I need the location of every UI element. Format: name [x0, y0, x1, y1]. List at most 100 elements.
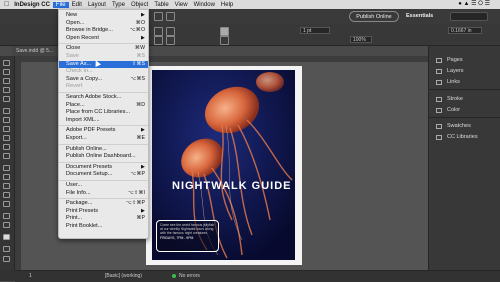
- file-menu-item[interactable]: Document Setup... ⌥⌘P: [59, 171, 148, 179]
- apple-menu-icon[interactable]: : [4, 1, 9, 8]
- event-callout[interactable]: Come see the world famous jellyfish at o…: [156, 220, 219, 252]
- pencil-tool-icon[interactable]: [3, 135, 10, 141]
- menu-table[interactable]: Table: [154, 2, 168, 8]
- gap-tool-icon[interactable]: [3, 87, 10, 93]
- shear-icon[interactable]: [166, 36, 175, 45]
- stroke-swatch-icon[interactable]: [220, 36, 229, 45]
- menu-layout[interactable]: Layout: [88, 2, 106, 8]
- apply-color-icon[interactable]: [3, 246, 10, 252]
- pen-tool-icon[interactable]: [3, 126, 10, 132]
- hand-tool-icon[interactable]: [3, 213, 10, 219]
- pages-panel-tab[interactable]: Pages: [436, 57, 463, 63]
- file-menu-item[interactable]: Print Booklet...: [59, 223, 148, 231]
- menu-item-label: Export...: [66, 135, 87, 141]
- menu-item-label: Import XML...: [66, 116, 100, 123]
- screen-mode-icon[interactable]: [3, 256, 10, 262]
- preflight-status[interactable]: No errors: [179, 271, 200, 281]
- direct-selection-tool-icon[interactable]: [3, 69, 10, 75]
- stroke-panel-tab[interactable]: Stroke: [436, 96, 463, 102]
- file-menu-item[interactable]: Place from CC Libraries...: [59, 109, 148, 117]
- dimension-field[interactable]: 0.1667 in: [448, 27, 482, 34]
- opacity-field[interactable]: 100%: [350, 36, 372, 43]
- file-menu-item[interactable]: Publish Online...: [59, 146, 148, 154]
- file-menu-item[interactable]: Place... ⌘D: [59, 102, 148, 110]
- file-menu-item[interactable]: Save As... ⇧⌘S: [59, 60, 148, 69]
- links-panel-tab[interactable]: Links: [436, 79, 460, 85]
- cc-libraries-panel-tab[interactable]: CC Libraries: [436, 134, 478, 140]
- file-menu-item[interactable]: Publish Online Dashboard...: [59, 153, 148, 161]
- gradient-tool-icon[interactable]: [3, 183, 10, 189]
- menu-help[interactable]: Help: [221, 2, 233, 8]
- menu-window[interactable]: Window: [194, 2, 215, 8]
- content-collector-icon[interactable]: [3, 96, 10, 102]
- scissors-tool-icon[interactable]: [3, 165, 10, 171]
- zoom-icon[interactable]: [154, 12, 163, 21]
- menu-item-label: Revert: [66, 83, 83, 90]
- vertical-ruler[interactable]: [15, 62, 21, 270]
- page-tool-icon[interactable]: [3, 78, 10, 84]
- page-number[interactable]: 1: [29, 271, 32, 281]
- file-menu-item[interactable]: Open... ⌘O: [59, 20, 148, 28]
- file-menu-item[interactable]: Print Presets ▶: [59, 208, 148, 216]
- tools-panel: [0, 56, 15, 270]
- free-transform-tool-icon[interactable]: [3, 174, 10, 180]
- menu-item-shortcut: ▶: [141, 163, 145, 170]
- file-menu-item[interactable]: Print... ⌘P: [59, 215, 148, 223]
- menu-item-label: Save a Copy...: [66, 75, 103, 82]
- file-menu-item[interactable]: File Info... ⌥⇧⌘I: [59, 190, 148, 198]
- rotate-icon[interactable]: [166, 27, 175, 36]
- workspace-switcher[interactable]: Essentials: [406, 13, 433, 19]
- flip-icon[interactable]: [154, 36, 163, 45]
- publish-online-button[interactable]: Publish Online: [349, 11, 399, 22]
- file-menu-item[interactable]: Browse in Bridge... ⌥⌘O: [59, 27, 148, 35]
- menu-edit[interactable]: Edit: [72, 2, 82, 8]
- menu-item-shortcut: ⇧⌘S: [132, 60, 145, 67]
- file-menu-item[interactable]: Search Adobe Stock...: [59, 94, 148, 102]
- color-icon: [436, 107, 442, 113]
- menu-item-shortcut: ⌥⇧⌘P: [126, 200, 145, 207]
- file-menu-item[interactable]: Document Presets ▶: [59, 164, 148, 172]
- menu-file[interactable]: File: [52, 1, 69, 8]
- stroke-weight-field[interactable]: 1 pt: [300, 27, 330, 34]
- line-tool-icon[interactable]: [3, 117, 10, 123]
- file-menu-item: Revert: [59, 83, 148, 91]
- file-menu-item[interactable]: User...: [59, 182, 148, 190]
- swatches-icon: [436, 123, 442, 129]
- file-menu-item[interactable]: Open Recent ▶: [59, 35, 148, 43]
- rectangle-tool-icon[interactable]: [3, 153, 10, 159]
- menu-item-shortcut: ⌘S: [136, 53, 145, 59]
- swatches-panel-tab[interactable]: Swatches: [436, 123, 471, 129]
- file-menu-item[interactable]: Save a Copy... ⌥⌘S: [59, 76, 148, 84]
- color-panel-tab[interactable]: Color: [436, 107, 460, 113]
- view-options-icon[interactable]: [166, 12, 175, 21]
- status-left: [0, 270, 15, 281]
- file-menu-item[interactable]: Export... ⌘E: [59, 135, 148, 143]
- search-input[interactable]: [450, 12, 488, 21]
- menu-type[interactable]: Type: [112, 2, 125, 8]
- menu-object[interactable]: Object: [131, 2, 148, 8]
- zoom-tool-icon[interactable]: [3, 222, 10, 228]
- file-menu: New ▶ Open... ⌘O Browse in Bridge... ⌥⌘O Open …: [58, 9, 149, 239]
- preflight-profile[interactable]: [Basic] (working): [105, 271, 142, 281]
- menu-item-label: Adobe PDF Presets: [66, 127, 116, 134]
- file-menu-item[interactable]: New ▶: [59, 12, 148, 20]
- menu-view[interactable]: View: [175, 2, 188, 8]
- fill-stroke-icon[interactable]: [3, 234, 10, 240]
- rectangle-frame-tool-icon[interactable]: [3, 144, 10, 150]
- note-tool-icon[interactable]: [3, 192, 10, 198]
- fill-swatch-icon[interactable]: [220, 27, 229, 36]
- file-menu-item[interactable]: Package... ⌥⇧⌘P: [59, 200, 148, 208]
- menu-item-label: Place from CC Libraries...: [66, 109, 131, 116]
- app-menu[interactable]: InDesign CC: [14, 2, 50, 8]
- menu-separator: [59, 161, 148, 163]
- transform-icon[interactable]: [154, 27, 163, 36]
- file-menu-item[interactable]: Close ⌘W: [59, 45, 148, 53]
- file-menu-item[interactable]: Import XML...: [59, 117, 148, 125]
- selection-tool-icon[interactable]: [3, 60, 10, 66]
- page-title[interactable]: NIGHTWALK GUIDE: [172, 180, 292, 192]
- file-menu-item[interactable]: Adobe PDF Presets ▶: [59, 127, 148, 135]
- menu-item-label: Check In...: [66, 68, 93, 75]
- layers-panel-tab[interactable]: Layers: [436, 68, 464, 74]
- eyedropper-tool-icon[interactable]: [3, 201, 10, 207]
- type-tool-icon[interactable]: [3, 108, 10, 114]
